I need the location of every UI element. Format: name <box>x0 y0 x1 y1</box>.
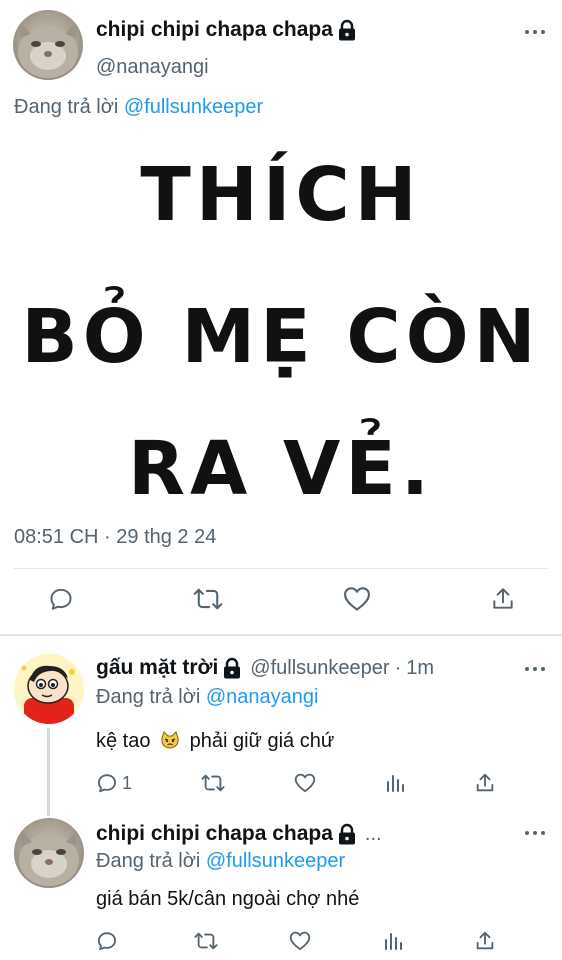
lock-icon <box>222 657 242 679</box>
reply-icon <box>98 774 116 793</box>
retweet-button[interactable] <box>201 772 225 794</box>
author-name-row: chipi chipi chapa chapa <box>96 18 357 42</box>
replying-prefix: Đang trả lời <box>96 686 201 708</box>
replying-to-link[interactable]: @nanayangi <box>206 686 319 708</box>
reply-button[interactable]: 1 <box>96 772 132 794</box>
reply-button[interactable] <box>96 930 122 952</box>
avatar[interactable] <box>14 818 84 888</box>
reply-display-name[interactable]: gấu mặt trời <box>96 656 218 680</box>
tweet-image[interactable]: THÍCH BỎ MẸ CÒN RA VẺ. <box>0 128 562 518</box>
main-tweet-actions <box>48 586 516 612</box>
analytics-icon <box>384 933 402 950</box>
image-text-line-2: BỎ MẸ CÒN <box>21 294 541 380</box>
like-button[interactable] <box>343 586 371 612</box>
reply-actions: 1 <box>96 772 496 794</box>
image-text-line-1: THÍCH <box>140 152 422 238</box>
more-options-icon[interactable] <box>524 664 546 674</box>
avatar[interactable] <box>13 10 83 80</box>
author-handle[interactable]: @nanayangi <box>96 56 209 79</box>
retweet-icon <box>194 588 223 610</box>
analytics-button[interactable] <box>383 931 403 951</box>
retweet-icon <box>201 774 225 792</box>
share-button[interactable] <box>474 930 496 952</box>
reply-icon <box>98 932 116 951</box>
replying-to: Đang trả lời @nanayangi <box>96 686 318 709</box>
retweet-button[interactable] <box>193 930 218 952</box>
main-tweet: chipi chipi chapa chapa @nanayangi Đang … <box>0 0 562 632</box>
reply-body: kệ tao phải giữ giá chứ <box>96 730 334 753</box>
pouting-cat-emoji <box>160 730 180 750</box>
more-options-icon[interactable] <box>524 828 546 838</box>
reply-tweet[interactable]: chipi chipi chapa chapa ... Đang trả lời… <box>0 812 562 960</box>
replying-to-link[interactable]: @fullsunkeeper <box>206 850 345 872</box>
analytics-button[interactable] <box>385 773 405 793</box>
like-button[interactable] <box>294 773 316 793</box>
divider <box>14 568 548 569</box>
reply-display-name[interactable]: chipi chipi chapa chapa <box>96 822 333 846</box>
reply-handle[interactable]: @fullsunkeeper <box>250 657 389 680</box>
more-options-icon[interactable] <box>524 27 546 37</box>
name-truncation: ... <box>364 822 382 845</box>
retweet-icon <box>193 932 218 950</box>
image-text-line-3: RA VẺ. <box>128 426 434 512</box>
avatar[interactable] <box>14 654 84 724</box>
reply-text-after: phải giữ giá chứ <box>189 730 335 752</box>
retweet-button[interactable] <box>193 586 223 612</box>
heart-icon <box>294 773 316 793</box>
like-button[interactable] <box>289 931 311 951</box>
share-icon <box>476 773 494 792</box>
reply-tweet[interactable]: gấu mặt trời @fullsunkeeper · 1m Đang tr… <box>0 636 562 816</box>
share-icon <box>493 588 513 609</box>
replying-to: Đang trả lời @fullsunkeeper <box>96 850 345 873</box>
author-display-name[interactable]: chipi chipi chapa chapa <box>96 18 333 42</box>
reply-actions <box>96 930 496 952</box>
reply-count: 1 <box>122 772 133 793</box>
lock-icon <box>337 823 357 845</box>
replying-prefix: Đang trả lời <box>14 96 119 118</box>
share-icon <box>476 931 494 950</box>
reply-header: gấu mặt trời @fullsunkeeper · 1m <box>96 656 434 680</box>
heart-icon <box>289 931 311 951</box>
reply-button[interactable] <box>48 586 74 612</box>
reply-icon <box>50 588 72 610</box>
thread-line <box>47 728 50 816</box>
replying-prefix: Đang trả lời <box>96 850 201 872</box>
reply-text-before: kệ tao <box>96 730 151 752</box>
lock-icon <box>337 19 357 41</box>
analytics-icon <box>386 775 404 792</box>
replying-to-link[interactable]: @fullsunkeeper <box>124 96 263 118</box>
tweet-timestamp[interactable]: 08:51 CH · 29 thg 2 24 <box>14 526 216 549</box>
reply-header: chipi chipi chapa chapa ... <box>96 822 382 846</box>
meta-separator: · <box>394 656 402 679</box>
share-button[interactable] <box>490 586 516 612</box>
share-button[interactable] <box>474 772 496 794</box>
reply-body: giá bán 5k/cân ngoài chợ nhé <box>96 888 360 910</box>
reply-time[interactable]: 1m <box>406 657 434 680</box>
heart-icon <box>343 587 370 611</box>
replying-to: Đang trả lời @fullsunkeeper <box>14 96 263 119</box>
